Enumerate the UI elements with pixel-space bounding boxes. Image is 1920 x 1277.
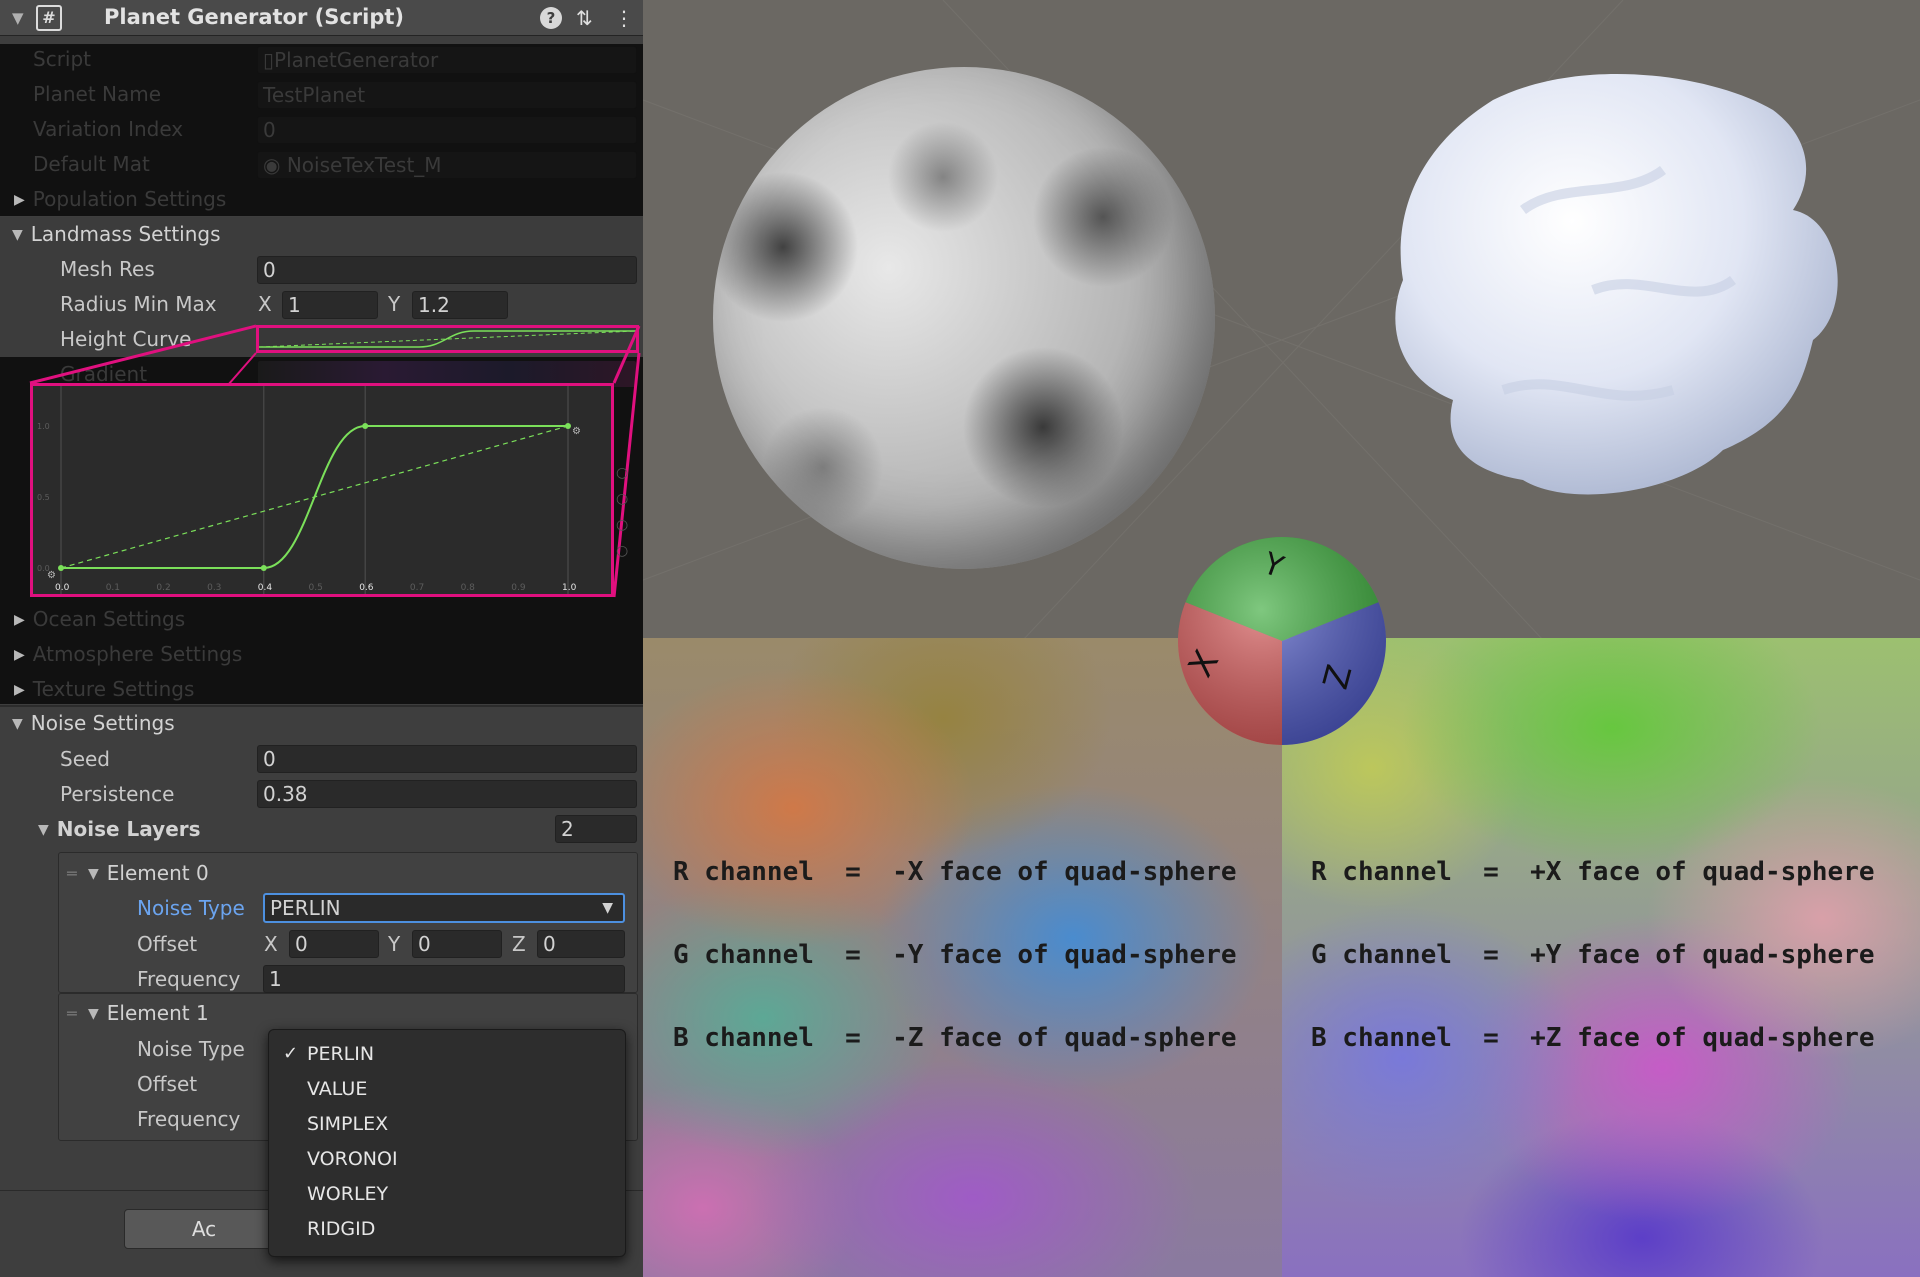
offset-z-label: Z <box>512 932 526 956</box>
ocean-settings-foldout[interactable]: ▶ Ocean Settings <box>14 607 185 631</box>
dropdown-option[interactable]: PERLIN <box>307 1043 374 1065</box>
preset-radio-icon[interactable]: ○ <box>616 517 634 543</box>
inspector-panel: ▼ # Planet Generator (Script) ? ⇅ ⋮ Scri… <box>0 0 643 1277</box>
x-tick-label: 0.5 <box>309 583 323 593</box>
chevron-right-icon: ▶ <box>14 647 25 663</box>
dropdown-option[interactable]: RIDGID <box>307 1218 375 1240</box>
offset-y-label: Y <box>388 932 401 956</box>
orientation-gizmo[interactable]: Y X Z <box>1175 534 1389 748</box>
element-1-noise-type-label: Noise Type <box>137 1037 245 1061</box>
atmosphere-settings-label: Atmosphere Settings <box>32 642 243 666</box>
dropdown-option[interactable]: VORONOI <box>307 1148 398 1170</box>
channel-caption: B channel = -Z face of quad-sphere <box>673 1023 1237 1053</box>
drag-handle-icon[interactable]: ═ <box>67 1004 77 1023</box>
element-0-noise-type-label: Noise Type <box>137 896 245 920</box>
element-0-title: Element 0 <box>106 861 209 885</box>
noise-sphere <box>713 67 1215 569</box>
seed-label: Seed <box>60 747 110 771</box>
gear-icon[interactable]: ⚙ <box>572 426 581 437</box>
element-1-title: Element 1 <box>106 1001 209 1025</box>
texture-settings-foldout[interactable]: ▶ Texture Settings <box>14 677 194 701</box>
x-tick-label: 0.1 <box>106 583 120 593</box>
noise-settings-foldout[interactable]: ▼ Noise Settings <box>12 711 175 735</box>
curve-editor-plot[interactable]: 0.0 0.1 0.2 0.3 0.4 0.5 0.6 0.7 0.8 0.9 1.01.00.50… <box>33 386 611 594</box>
seed-field[interactable]: 0 <box>257 745 637 773</box>
noise-type-dropdown-menu[interactable]: ✓ PERLIN VALUE SIMPLEX VORONOI WORLEY RI… <box>268 1029 626 1257</box>
chevron-down-icon: ▼ <box>38 822 49 838</box>
channel-caption: G channel = +Y face of quad-sphere <box>1311 940 1875 970</box>
add-component-button[interactable]: Ac <box>124 1209 284 1249</box>
y-tick-label: 0.5 <box>37 493 50 502</box>
add-component-label: Ac <box>191 1217 217 1241</box>
x-tick-label: 0.3 <box>207 583 221 593</box>
element-1-frequency-label: Frequency <box>137 1107 241 1131</box>
chevron-down-icon: ▼ <box>88 866 99 882</box>
planet-mesh <box>1395 73 1838 495</box>
element-0-noise-type-select[interactable]: PERLIN ▼ <box>263 893 625 923</box>
element-0-offset-y-field[interactable]: 0 <box>412 930 502 958</box>
chevron-right-icon: ▶ <box>14 612 25 628</box>
offset-x-label: X <box>264 932 278 956</box>
texture-settings-label: Texture Settings <box>32 677 195 701</box>
channel-caption: R channel = +X face of quad-sphere <box>1311 857 1875 887</box>
x-tick-label: 0.8 <box>461 583 476 593</box>
dropdown-option[interactable]: WORLEY <box>307 1183 388 1205</box>
channel-caption: B channel = +Z face of quad-sphere <box>1311 1023 1875 1053</box>
dropdown-arrow-icon: ▼ <box>602 900 613 916</box>
height-curve-line[interactable] <box>61 425 568 569</box>
persistence-label: Persistence <box>60 782 175 806</box>
atmosphere-settings-foldout[interactable]: ▶ Atmosphere Settings <box>14 642 242 666</box>
element-1-foldout[interactable]: ▼ Element 1 <box>88 1001 209 1025</box>
curve-preset-column: ○ ○ ○ ○ <box>616 465 634 595</box>
dropdown-option[interactable]: SIMPLEX <box>307 1113 388 1135</box>
x-tick-label: 0.4 <box>258 583 273 593</box>
element-0-foldout[interactable]: ▼ Element 0 <box>88 861 209 885</box>
curve-keyframe[interactable] <box>362 423 369 429</box>
divider <box>0 705 643 707</box>
x-tick-label: 0.2 <box>156 583 170 593</box>
element-0-frequency-field[interactable]: 1 <box>263 965 625 993</box>
element-0-offset-z-field[interactable]: 0 <box>537 930 625 958</box>
persistence-field[interactable]: 0.38 <box>257 780 637 808</box>
chevron-right-icon: ▶ <box>14 682 25 698</box>
ocean-settings-label: Ocean Settings <box>32 607 186 631</box>
curve-keyframe[interactable] <box>58 565 64 571</box>
element-0-offset-label: Offset <box>137 932 198 956</box>
curve-keyframe[interactable] <box>565 423 571 429</box>
x-tick-label: 0.7 <box>410 583 424 593</box>
gear-icon[interactable]: ⚙ <box>47 570 56 581</box>
curve-editor-window[interactable]: 0.0 0.1 0.2 0.3 0.4 0.5 0.6 0.7 0.8 0.9 1.0 1.0 0.5 0… <box>30 383 614 597</box>
element-0-noise-type-value: PERLIN <box>270 896 341 920</box>
x-tick-label: 0.0 <box>55 583 70 593</box>
noise-settings-label: Noise Settings <box>30 711 175 735</box>
preset-radio-icon[interactable]: ○ <box>616 543 634 569</box>
channel-caption: G channel = -Y face of quad-sphere <box>673 940 1237 970</box>
noise-layers-count-field[interactable]: 2 <box>555 815 637 843</box>
preset-radio-icon[interactable]: ○ <box>616 465 634 491</box>
noise-layers-label: Noise Layers <box>56 817 201 841</box>
element-0-offset-x-field[interactable]: 0 <box>289 930 379 958</box>
noise-layers-foldout[interactable]: ▼ Noise Layers <box>38 817 201 841</box>
channel-caption: R channel = -X face of quad-sphere <box>673 857 1237 887</box>
scene-viewport[interactable]: R channel = -X face of quad-sphere G cha… <box>643 0 1920 1277</box>
y-tick-label: 1.0 <box>37 422 50 431</box>
x-tick-label: 1.0 <box>562 583 577 593</box>
chevron-down-icon: ▼ <box>88 1006 99 1022</box>
element-1-offset-label: Offset <box>137 1072 198 1096</box>
dropdown-option[interactable]: VALUE <box>307 1078 367 1100</box>
curve-keyframe[interactable] <box>260 565 267 571</box>
chevron-down-icon: ▼ <box>12 716 23 732</box>
x-tick-label: 0.6 <box>359 583 374 593</box>
checkmark-icon: ✓ <box>283 1043 299 1064</box>
preset-radio-icon[interactable]: ○ <box>616 491 634 517</box>
x-tick-label: 0.9 <box>511 583 526 593</box>
element-0-frequency-label: Frequency <box>137 967 241 991</box>
drag-handle-icon[interactable]: ═ <box>67 864 77 883</box>
